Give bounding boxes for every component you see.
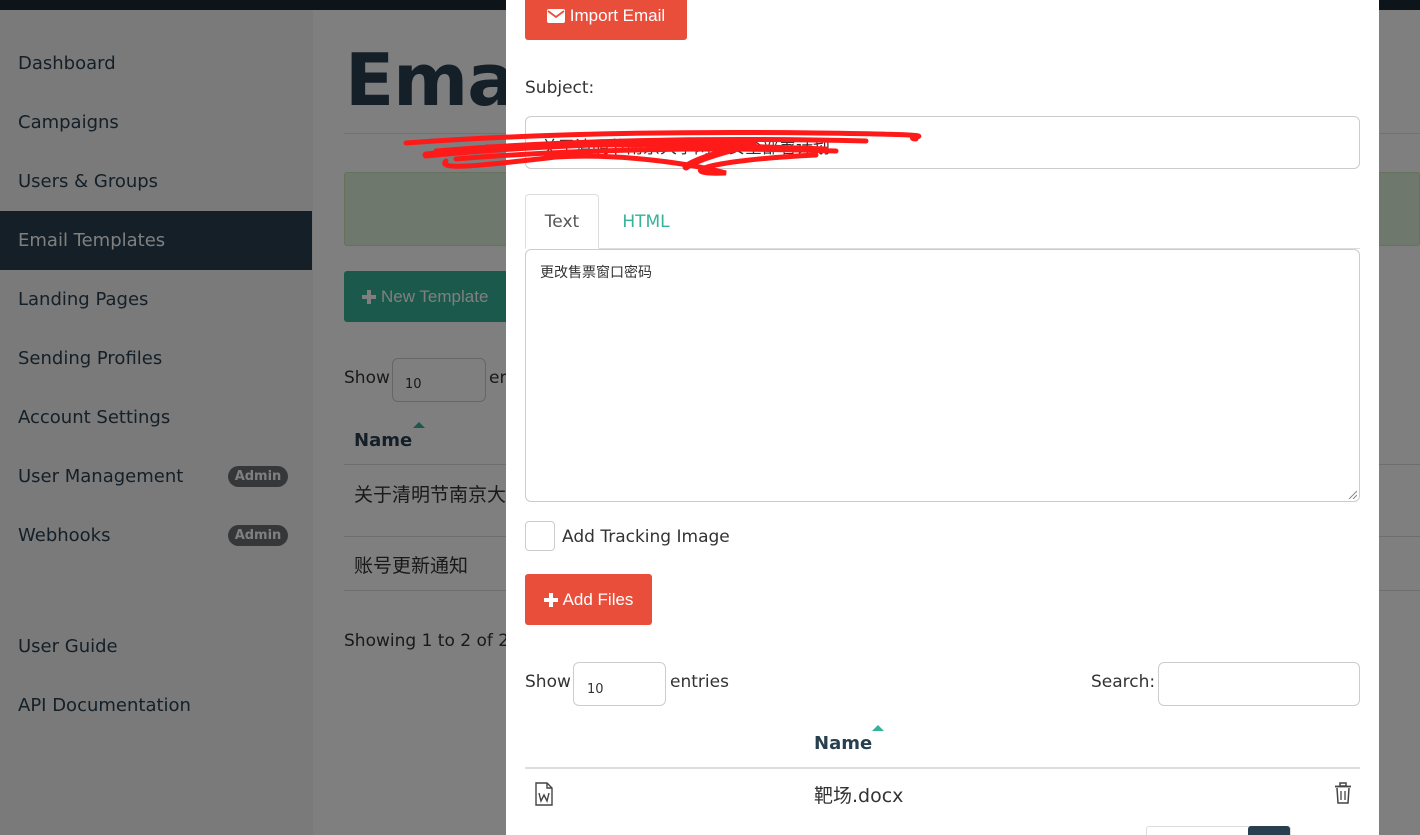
show-label: Show xyxy=(525,672,571,692)
plus-icon xyxy=(543,592,558,607)
tab-text-label: Text xyxy=(544,211,580,232)
tab-html-label: HTML xyxy=(622,211,670,232)
search-input[interactable] xyxy=(1158,662,1360,706)
pagination-current-page[interactable] xyxy=(1248,826,1290,835)
search-label: Search: xyxy=(1091,672,1156,692)
sort-asc-icon xyxy=(872,725,884,731)
add-files-label: Add Files xyxy=(562,589,634,609)
entries-label: entries xyxy=(670,672,729,692)
add-files-button[interactable]: Add Files xyxy=(525,574,652,625)
word-file-icon xyxy=(535,782,553,806)
tab-html[interactable]: HTML xyxy=(606,194,686,249)
template-modal: Import Email Subject: 关于清明节南京大学网络安全部署计划 … xyxy=(403,0,1379,835)
trash-icon[interactable] xyxy=(1334,782,1352,804)
add-tracking-image-checkbox[interactable] xyxy=(525,521,555,551)
tab-text[interactable]: Text xyxy=(525,194,599,249)
subject-input[interactable]: 关于清明节南京大学网络安全部署计划 xyxy=(525,116,1360,169)
file-name: 靶场.docx xyxy=(814,785,904,807)
import-email-button[interactable]: Import Email xyxy=(525,0,687,40)
import-email-label: Import Email xyxy=(569,6,666,25)
add-tracking-image-label: Add Tracking Image xyxy=(562,527,730,547)
envelope-icon xyxy=(546,9,565,23)
resize-handle-icon[interactable] xyxy=(1347,489,1357,499)
table-header-divider xyxy=(525,767,1360,769)
entries-per-page-select[interactable]: 10 xyxy=(573,662,666,706)
subject-label: Subject: xyxy=(525,78,595,98)
table-header-name[interactable]: Name xyxy=(814,733,872,754)
text-body-textarea[interactable]: 更改售票窗口密码 xyxy=(525,249,1360,502)
